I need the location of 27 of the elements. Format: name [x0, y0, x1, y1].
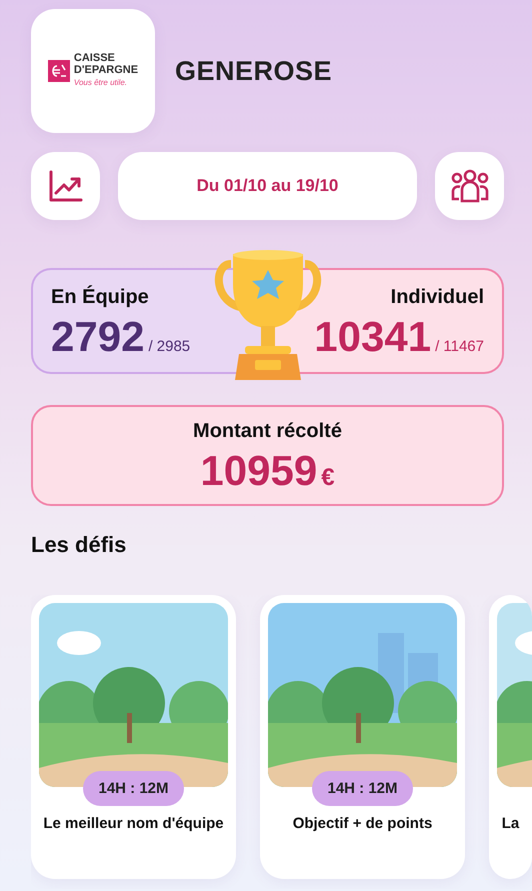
logo-icon	[48, 60, 70, 82]
challenge-card[interactable]: 14H : 12M Le meilleur nom d'équipe	[31, 595, 236, 879]
trend-chart-icon	[48, 170, 82, 202]
group-icon	[450, 168, 490, 204]
challenge-title: Le meilleur nom d'équipe	[42, 814, 225, 834]
score-total: / 11467	[435, 338, 484, 355]
app-title: GENEROSE	[175, 54, 332, 88]
timer-pill: 14H : 12M	[312, 771, 413, 806]
date-range-button[interactable]: Du 01/10 au 19/10	[118, 152, 417, 220]
score-total: / 2985	[148, 338, 190, 355]
score-label: En Équipe	[51, 284, 150, 310]
brand-name: CAISSE D'EPARGNE	[74, 53, 138, 77]
score-value: 10341	[314, 313, 432, 360]
stats-button[interactable]	[31, 152, 100, 220]
team-button[interactable]	[435, 152, 504, 220]
challenge-title: La	[500, 814, 520, 834]
amount-label: Montant récolté	[192, 418, 343, 444]
score-value: 2792	[51, 313, 144, 360]
currency-symbol: €	[321, 464, 335, 490]
section-title: Les défis	[31, 531, 128, 559]
brand-tagline: Vous être utile.	[74, 76, 128, 89]
amount-value: 10959	[200, 446, 318, 494]
score-label: Individuel	[390, 285, 484, 310]
timer-pill: 14H : 12M	[83, 771, 184, 806]
challenge-title: Objectif + de points	[292, 814, 434, 834]
challenge-card[interactable]: La	[489, 595, 532, 879]
challenge-card[interactable]: 14H : 12M Objectif + de points	[260, 595, 465, 879]
